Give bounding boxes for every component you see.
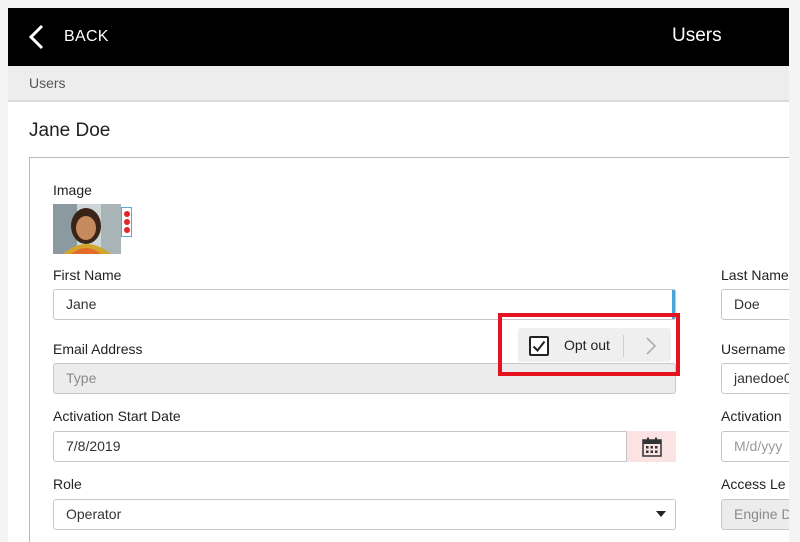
access-level-label: Access Le bbox=[721, 476, 786, 492]
breadcrumb-users[interactable]: Users bbox=[29, 75, 66, 91]
avatar-photo bbox=[53, 204, 121, 254]
breadcrumb: Users bbox=[8, 66, 789, 102]
last-name-field[interactable]: Doe bbox=[721, 289, 789, 320]
username-label: Username bbox=[721, 341, 786, 357]
activation-end-label: Activation bbox=[721, 408, 782, 424]
dot-icon bbox=[124, 211, 130, 217]
page-title: Users bbox=[672, 25, 722, 46]
back-button[interactable]: BACK bbox=[28, 22, 109, 52]
username-field[interactable]: janedoe0 bbox=[721, 363, 789, 394]
role-select[interactable]: Operator bbox=[53, 499, 676, 530]
page: BACK Users Users Jane Doe Image First Na… bbox=[8, 8, 789, 542]
image-options-button[interactable] bbox=[121, 207, 132, 237]
calendar-button[interactable] bbox=[626, 431, 676, 462]
email-label: Email Address bbox=[53, 341, 143, 357]
activation-start-label: Activation Start Date bbox=[53, 408, 181, 424]
back-label: BACK bbox=[64, 28, 109, 45]
last-name-label: Last Name bbox=[721, 267, 789, 283]
access-level-field[interactable]: Engine D bbox=[721, 499, 789, 530]
role-label: Role bbox=[53, 476, 82, 492]
activation-start-field[interactable]: 7/8/2019 bbox=[53, 431, 676, 462]
dot-icon bbox=[124, 227, 130, 233]
avatar bbox=[53, 204, 121, 254]
user-name-heading: Jane Doe bbox=[29, 120, 111, 141]
dot-icon bbox=[124, 219, 130, 225]
image-label: Image bbox=[53, 182, 92, 198]
top-bar: BACK Users bbox=[8, 8, 789, 66]
chevron-down-icon bbox=[656, 511, 666, 517]
activation-end-field[interactable]: M/d/yyy bbox=[721, 431, 789, 462]
highlight-box bbox=[498, 313, 680, 376]
chevron-left-icon bbox=[28, 24, 44, 50]
first-name-label: First Name bbox=[53, 267, 122, 283]
calendar-icon bbox=[641, 437, 662, 457]
